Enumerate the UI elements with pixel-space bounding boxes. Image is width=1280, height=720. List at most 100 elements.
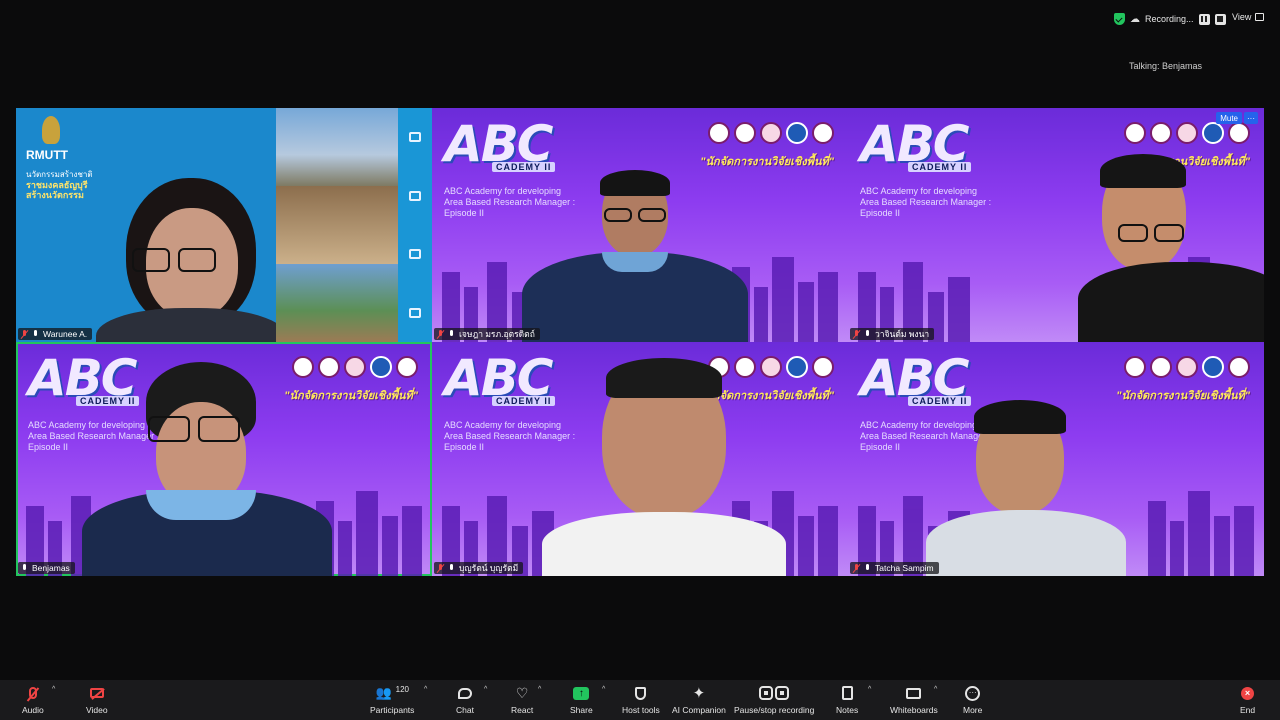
video-tile-wachin[interactable]: ABC CADEMY II ABC Academy for developing… xyxy=(848,108,1264,342)
university-text: นวัตกรรมสร้างชาติ ราชมงคลธัญบุรี สร้างนว… xyxy=(26,170,93,200)
tile-description: ABC Academy for developing Area Based Re… xyxy=(860,186,992,218)
abc-academy-sub: CADEMY II xyxy=(76,396,140,406)
pin-icon xyxy=(448,329,455,339)
end-meeting-button[interactable]: × End xyxy=(1240,684,1255,715)
pause-stop-recording-button[interactable]: Pause/stop recording xyxy=(734,684,814,715)
partner-logos xyxy=(708,356,834,378)
abc-academy-logo: ABC xyxy=(28,349,138,407)
whiteboards-options-caret[interactable]: ^ xyxy=(934,686,937,693)
thai-title: "นักจัดการงานวิจัยเชิงพื้นที่" xyxy=(284,390,418,402)
mic-muted-icon xyxy=(437,563,444,573)
more-button[interactable]: ··· More xyxy=(963,684,982,715)
ai-sparkle-icon: ✦ xyxy=(692,685,706,702)
tile-description: ABC Academy for developing Area Based Re… xyxy=(444,420,576,452)
view-label: View xyxy=(1232,12,1252,22)
abc-academy-sub: CADEMY II xyxy=(908,162,972,172)
partner-logos xyxy=(1124,356,1250,378)
zoom-meeting-window: ☁ Recording... View Talking: Benjamas RM… xyxy=(0,0,1280,720)
chat-options-caret[interactable]: ^ xyxy=(484,686,487,693)
meeting-toolbar: Audio ^ Video 👥 120 Participants ^ Chat ^… xyxy=(0,680,1280,720)
abc-academy-logo: ABC xyxy=(444,115,554,173)
mic-muted-icon xyxy=(21,329,28,339)
stop-icon xyxy=(775,686,790,700)
video-tile-jetsada[interactable]: ABC CADEMY II ABC Academy for developing… xyxy=(432,108,848,342)
share-options-caret[interactable]: ^ xyxy=(602,686,605,693)
video-off-icon xyxy=(89,688,104,698)
abc-academy-sub: CADEMY II xyxy=(908,396,972,406)
university-seal-icon xyxy=(42,116,60,144)
nametag-tatcha: Tatcha Sampim xyxy=(850,562,939,574)
recording-label: Recording... xyxy=(1145,14,1194,24)
host-tools-button[interactable]: Host tools xyxy=(622,684,660,715)
host-shield-icon xyxy=(635,686,647,700)
pin-icon xyxy=(21,563,28,573)
video-tile-benjamas[interactable]: ABC CADEMY II ABC Academy for developing… xyxy=(16,342,432,576)
partner-logos xyxy=(292,356,418,378)
virtual-background-photos xyxy=(276,108,398,342)
grid-view-icon xyxy=(1255,13,1265,21)
chat-button[interactable]: Chat xyxy=(456,684,474,715)
tile-description: ABC Academy for developing Area Based Re… xyxy=(28,420,160,452)
video-button[interactable]: Video xyxy=(86,684,108,715)
video-tile-boonrat[interactable]: ABC CADEMY II ABC Academy for developing… xyxy=(432,342,848,576)
nametag-jetsada: เจษฎา มรภ.อุตรดิตถ์ xyxy=(434,328,540,340)
more-dots-icon: ··· xyxy=(965,685,981,701)
participant-count: 120 xyxy=(395,684,409,694)
tile-more-options-button[interactable]: ··· xyxy=(1244,112,1258,124)
video-gallery: RMUTT นวัตกรรมสร้างชาติ ราชมงคลธัญบุรี ส… xyxy=(16,108,1264,576)
react-heart-icon: ♡ xyxy=(515,684,529,701)
participants-options-caret[interactable]: ^ xyxy=(424,686,427,693)
notes-options-caret[interactable]: ^ xyxy=(868,686,871,693)
nametag-boonrat: บุญรัตน์ บุญรัตมี xyxy=(434,562,524,574)
university-mark: RMUTT xyxy=(26,148,68,162)
whiteboards-button[interactable]: Whiteboards xyxy=(890,684,938,715)
thai-title: "นักจัดการงานวิจัยเชิงพื้นที่" xyxy=(1116,390,1250,402)
talking-indicator: Talking: Benjamas xyxy=(1129,61,1203,71)
partner-logos xyxy=(1124,122,1250,144)
virtual-background-rail xyxy=(398,108,432,342)
share-button[interactable]: ↑ Share xyxy=(570,684,593,715)
video-tile-warunee[interactable]: RMUTT นวัตกรรมสร้างชาติ ราชมงคลธัญบุรี ส… xyxy=(16,108,432,342)
ai-companion-button[interactable]: ✦ AI Companion xyxy=(672,684,726,715)
pin-icon xyxy=(448,563,455,573)
notes-icon xyxy=(841,686,853,700)
react-button[interactable]: ♡ React xyxy=(511,684,533,716)
stop-recording-icon[interactable] xyxy=(1214,13,1226,25)
pin-icon xyxy=(864,329,871,339)
mic-muted-icon xyxy=(437,329,444,339)
cloud-icon: ☁ xyxy=(1130,13,1140,25)
mic-muted-icon xyxy=(853,329,860,339)
share-screen-icon: ↑ xyxy=(573,686,590,700)
virtual-background-left: RMUTT นวัตกรรมสร้างชาติ ราชมงคลธัญบุรี ส… xyxy=(16,108,286,342)
nametag-benjamas: Benjamas xyxy=(18,562,75,574)
abc-academy-logo: ABC xyxy=(860,115,970,173)
tile-description: ABC Academy for developing Area Based Re… xyxy=(860,420,992,452)
pause-recording-icon[interactable] xyxy=(1198,13,1210,25)
audio-button[interactable]: Audio xyxy=(22,684,44,715)
recording-indicator[interactable]: ☁ Recording... xyxy=(1114,10,1226,28)
nametag-wachin: วาจินต์ม พงนา xyxy=(850,328,935,340)
abc-academy-logo: ABC xyxy=(444,349,554,407)
participants-icon: 👥 xyxy=(375,685,392,700)
encryption-shield-icon xyxy=(1114,13,1125,25)
whiteboard-icon xyxy=(906,687,922,699)
pin-icon xyxy=(864,563,871,573)
view-button[interactable]: View xyxy=(1232,12,1265,22)
end-x-icon: × xyxy=(1241,686,1255,700)
abc-academy-sub: CADEMY II xyxy=(492,396,556,406)
tile-description: ABC Academy for developing Area Based Re… xyxy=(444,186,576,218)
mute-participant-button[interactable]: Mute xyxy=(1216,112,1242,124)
notes-button[interactable]: Notes xyxy=(836,684,858,715)
participants-button[interactable]: 👥 120 Participants xyxy=(370,684,414,716)
video-tile-tatcha[interactable]: ABC CADEMY II ABC Academy for developing… xyxy=(848,342,1264,576)
mic-muted-icon xyxy=(28,687,37,699)
chat-icon xyxy=(457,687,472,699)
abc-academy-sub: CADEMY II xyxy=(492,162,556,172)
partner-logos xyxy=(708,122,834,144)
pin-icon xyxy=(32,329,39,339)
thai-title: "นักจัดการงานวิจัยเชิงพื้นที่" xyxy=(700,156,834,168)
abc-academy-logo: ABC xyxy=(860,349,970,407)
react-options-caret[interactable]: ^ xyxy=(538,686,541,693)
audio-options-caret[interactable]: ^ xyxy=(52,686,55,693)
mic-muted-icon xyxy=(853,563,860,573)
